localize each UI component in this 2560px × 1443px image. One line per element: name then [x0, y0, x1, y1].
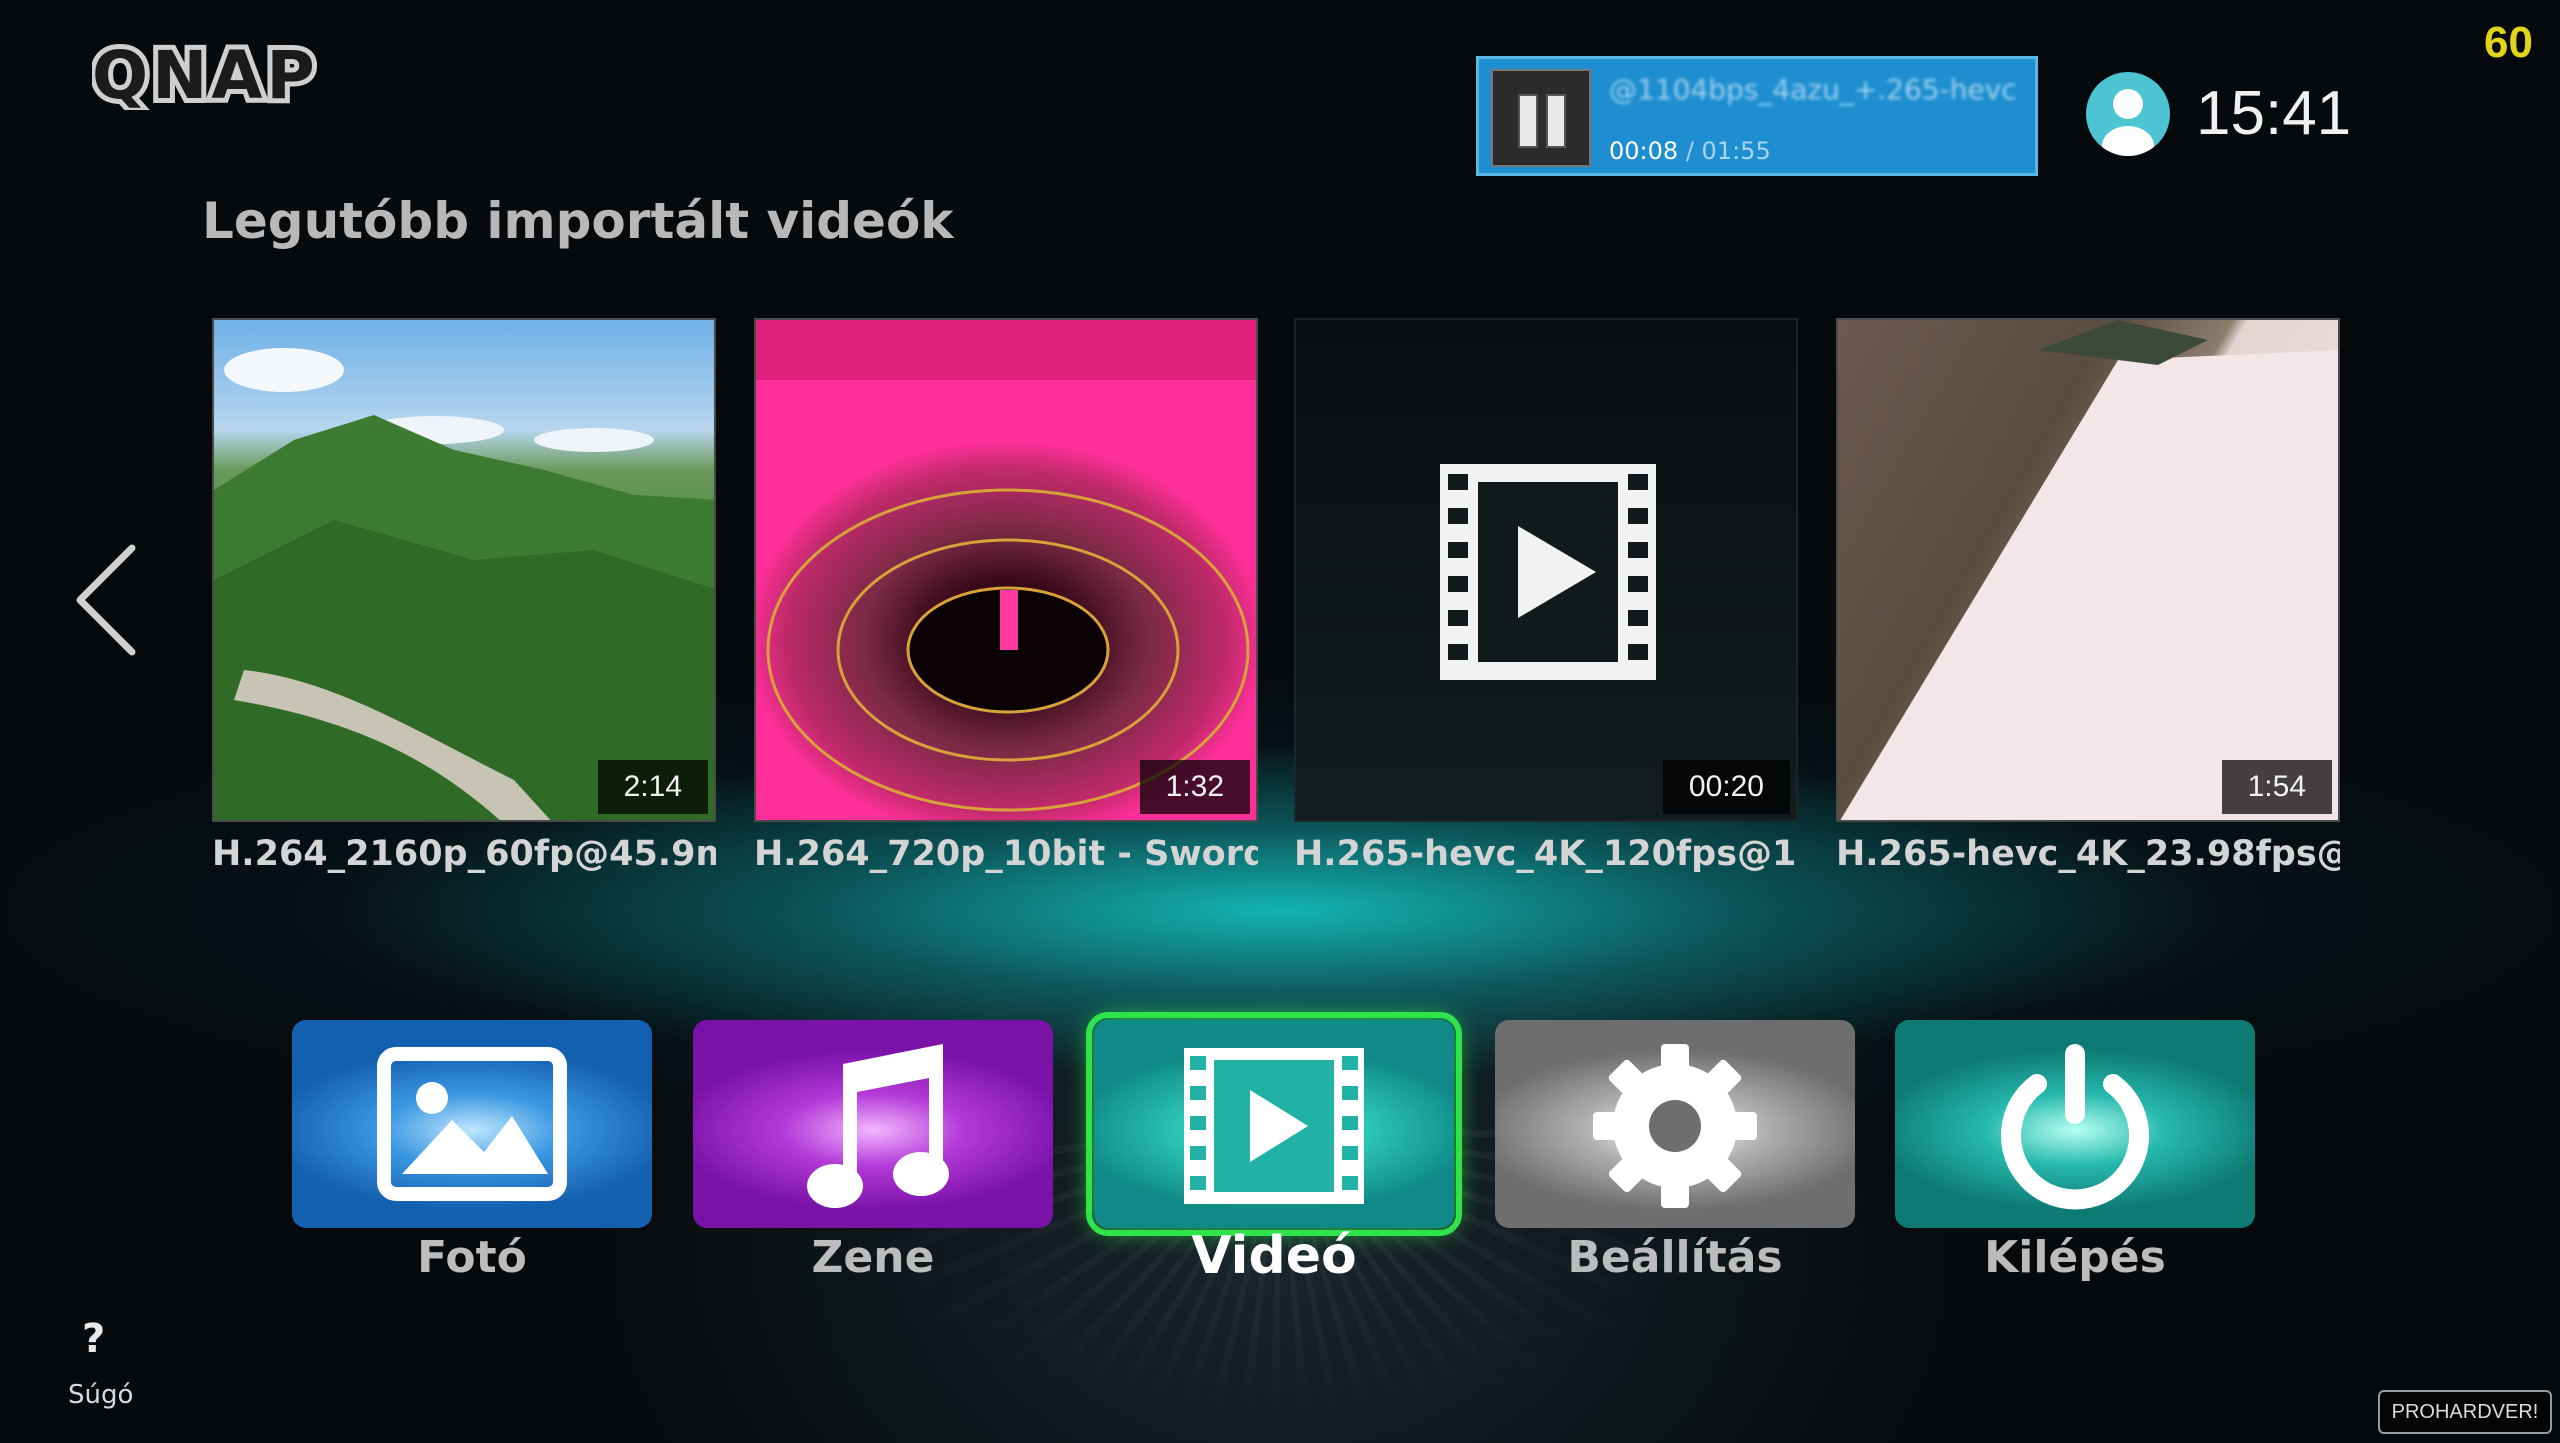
fps-counter: 60	[2484, 18, 2533, 67]
arena-scene-image	[756, 320, 1256, 812]
chevron-left-icon[interactable]	[70, 540, 150, 660]
video-thumbnail-3[interactable]: 00:20	[1294, 318, 1798, 822]
video-title[interactable]: H.265-hevc_4K_23.98fps@...	[1836, 834, 2340, 874]
now-playing-elapsed: 00:08	[1609, 137, 1679, 165]
video-thumbnail-2[interactable]: 1:32	[754, 318, 1258, 822]
pause-icon	[1518, 94, 1566, 148]
menu-label-video[interactable]: Videó	[1094, 1226, 1454, 1286]
video-title[interactable]: H.264_720p_10bit - Sword ...	[754, 834, 1258, 874]
now-playing-time: 00:08 / 01:55	[1609, 137, 1771, 165]
photo-icon	[377, 1047, 567, 1201]
video-thumbnail-1[interactable]: 2:14	[212, 318, 716, 822]
now-playing-widget[interactable]: @1104bps_4azu_+.265-hevc 00:08 / 01:55	[1476, 56, 2038, 176]
snow-slope-image	[1840, 320, 2338, 820]
now-playing-separator: /	[1685, 137, 1694, 165]
power-icon	[2001, 1044, 2149, 1210]
menu-label-zene[interactable]: Zene	[693, 1232, 1053, 1283]
video-film-icon	[1184, 1048, 1364, 1204]
section-title: Legutóbb importált videók	[202, 192, 954, 250]
user-avatar[interactable]	[2086, 72, 2170, 156]
menu-tile-zene[interactable]	[693, 1020, 1053, 1228]
gear-icon	[1593, 1044, 1757, 1208]
video-film-icon	[1440, 464, 1656, 680]
menu-tile-video[interactable]	[1086, 1012, 1462, 1236]
video-duration: 00:20	[1662, 760, 1790, 814]
watermark: PROHARDVER!	[2378, 1390, 2552, 1434]
menu-tile-kilepes[interactable]	[1895, 1020, 2255, 1228]
now-playing-thumbnail[interactable]	[1491, 69, 1591, 167]
clock: 15:41	[2196, 79, 2352, 148]
music-note-icon	[807, 1044, 949, 1208]
menu-label-kilepes[interactable]: Kilépés	[1895, 1232, 2255, 1283]
qnap-logo: QNAP QNAP	[92, 40, 320, 110]
video-duration: 1:32	[1139, 760, 1250, 814]
video-title[interactable]: H.264_2160p_60fp@45.9m...	[212, 834, 716, 874]
menu-label-foto[interactable]: Fotó	[292, 1232, 652, 1283]
now-playing-title: @1104bps_4azu_+.265-hevc	[1609, 73, 2017, 106]
video-duration: 2:14	[597, 760, 708, 814]
menu-label-beallitas[interactable]: Beállítás	[1495, 1232, 1855, 1283]
svg-text:QNAP: QNAP	[92, 40, 319, 110]
help-icon[interactable]: ?	[82, 1316, 105, 1362]
user-icon	[2102, 89, 2154, 156]
help-label[interactable]: Súgó	[68, 1380, 133, 1410]
menu-tile-beallitas[interactable]	[1495, 1020, 1855, 1228]
video-thumbnail-4[interactable]: 1:54	[1836, 318, 2340, 822]
mountain-scene-image	[214, 348, 714, 820]
video-duration: 1:54	[2221, 760, 2332, 814]
video-title[interactable]: H.265-hevc_4K_120fps@1...	[1294, 834, 1798, 874]
now-playing-total: 01:55	[1701, 137, 1771, 165]
menu-tile-foto[interactable]	[292, 1020, 652, 1228]
